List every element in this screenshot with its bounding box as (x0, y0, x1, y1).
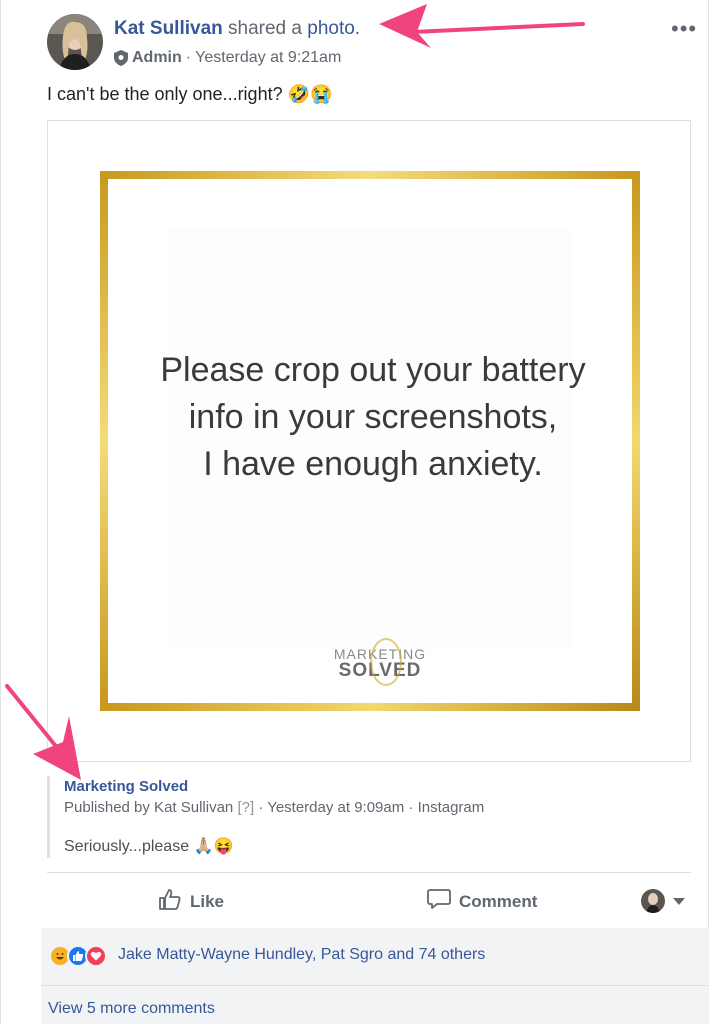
help-link[interactable]: [?] (237, 799, 254, 816)
post-timestamp[interactable]: Yesterday at 9:21am (195, 49, 341, 67)
reactions-footer: Jake Matty-Wayne Hundley, Pat Sgro and 7… (41, 928, 709, 1024)
action-divider (47, 872, 691, 873)
photo-link[interactable]: photo. (307, 18, 360, 39)
reactors-link[interactable]: Jake Matty-Wayne Hundley, Pat Sgro and 7… (118, 946, 485, 964)
shared-text: shared a (228, 18, 302, 39)
more-options-icon[interactable]: ••• (671, 16, 697, 42)
admin-shield-icon (114, 50, 128, 66)
love-reaction-icon (85, 945, 107, 967)
author-avatar[interactable] (47, 14, 103, 70)
footer-divider (41, 985, 709, 986)
quote-line: Please crop out your battery (160, 351, 586, 389)
post-meta: Admin · Yesterday at 9:21am (114, 49, 341, 67)
comment-bubble-icon (427, 888, 451, 915)
published-by: Published by Kat Sullivan (64, 799, 234, 816)
shared-attribution: Marketing Solved Published by Kat Sulliv… (47, 776, 691, 858)
gold-frame: Please crop out your battery info in you… (100, 171, 640, 711)
post-author-line: Kat Sullivan shared a photo. (114, 18, 360, 40)
chevron-down-icon (673, 897, 685, 905)
marketing-solved-logo: MARKETING SOLVED (330, 638, 430, 686)
quote-line: info in your screenshots, (188, 398, 558, 436)
post-photo[interactable]: Please crop out your battery info in you… (47, 120, 691, 762)
attribution-text: Seriously...please 🙏🏼😝 (64, 838, 234, 855)
annotation-arrow-icon (5, 684, 81, 780)
like-button[interactable]: Like (158, 888, 224, 915)
meta-separator: · (185, 49, 192, 66)
reaction-icons[interactable] (49, 945, 107, 967)
author-name-link[interactable]: Kat Sullivan (114, 18, 223, 39)
view-more-comments-link[interactable]: View 5 more comments (48, 1000, 215, 1018)
post-as-selector[interactable] (641, 889, 685, 913)
comment-button[interactable]: Comment (427, 888, 537, 915)
like-label: Like (190, 891, 225, 911)
attribution-meta: Published by Kat Sullivan [?] · Yesterda… (64, 799, 484, 816)
quote-line: I have enough anxiety. (203, 445, 543, 483)
post-text: I can't be the only one...right? 🤣😭 (47, 84, 333, 104)
attribution-timestamp: · Yesterday at 9:09am · Instagram (258, 799, 485, 816)
comment-label: Comment (459, 891, 538, 911)
facebook-post-card: Kat Sullivan shared a photo. Admin · Yes… (0, 0, 709, 1024)
quote-text: Please crop out your battery info in you… (108, 347, 638, 488)
current-user-avatar (641, 889, 665, 913)
thumbs-up-icon (158, 888, 182, 915)
admin-label: Admin (132, 49, 182, 66)
annotation-arrow-icon (379, 4, 585, 48)
logo-swirl-icon (370, 638, 402, 686)
